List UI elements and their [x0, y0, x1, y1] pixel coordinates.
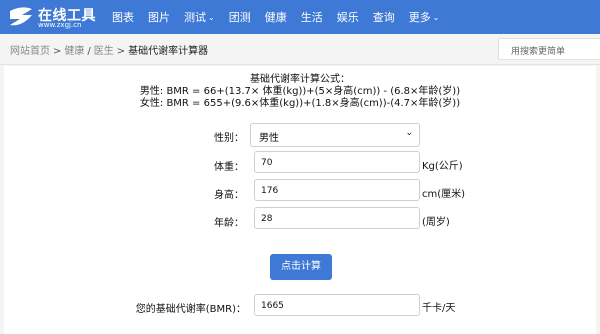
- nav-label: 图表: [112, 11, 134, 24]
- breadcrumb-separator: >: [116, 46, 126, 57]
- weight-label: 体重：: [214, 162, 244, 173]
- nav-item-images[interactable]: 图片: [148, 9, 170, 25]
- breadcrumb-health[interactable]: 健康: [64, 46, 84, 57]
- nav-label: 娱乐: [336, 11, 359, 24]
- gender-select[interactable]: 男性 ⌄: [250, 123, 420, 147]
- weight-input[interactable]: 70: [254, 151, 420, 173]
- gender-label: 性别：: [214, 133, 244, 144]
- logo-swoosh-icon: [10, 7, 32, 26]
- nav-item-life[interactable]: 生活: [301, 9, 323, 25]
- age-label: 年龄：: [214, 218, 244, 229]
- calculate-button[interactable]: 点击计算: [270, 254, 332, 280]
- top-nav-bar: 在线工具 www.zxgj.cn 图表 图片 测试 ⌄ 团测 健康 生活 娱乐 查…: [0, 0, 600, 34]
- nav-item-entertainment[interactable]: 娱乐: [337, 9, 359, 25]
- age-input[interactable]: 28: [254, 207, 420, 229]
- height-unit: cm(厘米): [422, 189, 466, 200]
- calculator-panel: 基础代谢率计算公式： 男性: BMR = 66+(13.7× 体重(kg))+(…: [4, 66, 596, 334]
- nav-label: 健康: [264, 11, 287, 24]
- logo-domain: www.zxgj.cn: [38, 21, 82, 29]
- nav-label: 查询: [372, 11, 395, 24]
- breadcrumb-doctor[interactable]: 医生: [94, 46, 114, 57]
- chevron-down-icon: ⌄: [432, 12, 440, 22]
- nav-item-charts[interactable]: 图表: [112, 9, 134, 25]
- formula-title: 基础代谢率计算公式：: [250, 74, 350, 85]
- site-logo[interactable]: 在线工具 www.zxgj.cn: [8, 3, 100, 31]
- nav-item-query[interactable]: 查询: [373, 9, 395, 25]
- main-nav: 图表 图片 测试 ⌄ 团测 健康 生活 娱乐 查询 更多 ⌄: [106, 0, 447, 34]
- formula-male: 男性: BMR = 66+(13.7× 体重(kg))+(5×身高(cm)) -…: [139, 86, 461, 97]
- nav-item-tests[interactable]: 测试 ⌄: [184, 9, 215, 25]
- result-label: 您的基础代谢率(BMR)：: [135, 304, 246, 315]
- formula-block: 基础代谢率计算公式： 男性: BMR = 66+(13.7× 体重(kg))+(…: [4, 74, 596, 110]
- nav-item-health[interactable]: 健康: [265, 9, 287, 25]
- formula-female: 女性: BMR = 655+(9.6×体重(kg))+(1.8×身高(cm))-…: [139, 98, 461, 109]
- chevron-down-icon: ⌄: [208, 12, 215, 22]
- age-unit: (周岁): [422, 217, 450, 228]
- nav-label: 图片: [148, 11, 170, 24]
- breadcrumb-home[interactable]: 网站首页: [10, 46, 50, 57]
- height-input[interactable]: 176: [254, 179, 420, 201]
- breadcrumb-slash: /: [87, 46, 91, 57]
- nav-label: 生活: [300, 11, 323, 24]
- nav-label: 更多: [408, 11, 431, 24]
- nav-item-group-tests[interactable]: 团测: [229, 9, 251, 25]
- search-input[interactable]: 用搜索更简单: [498, 38, 600, 60]
- breadcrumb: 网站首页 > 健康 / 医生 > 基础代谢率计算器: [10, 42, 208, 57]
- height-label: 身高：: [214, 190, 244, 201]
- weight-unit: Kg(公斤): [422, 161, 463, 172]
- nav-label: 测试: [184, 11, 206, 24]
- result-unit: 千卡/天: [422, 303, 456, 314]
- breadcrumb-separator: >: [53, 46, 62, 57]
- nav-item-more[interactable]: 更多 ⌄: [409, 9, 440, 25]
- chevron-down-icon: ⌄: [405, 128, 413, 138]
- nav-label: 团测: [228, 11, 251, 24]
- breadcrumb-current: 基础代谢率计算器: [128, 46, 209, 57]
- result-field[interactable]: 1665: [254, 294, 420, 316]
- gender-select-value: 男性: [259, 133, 279, 144]
